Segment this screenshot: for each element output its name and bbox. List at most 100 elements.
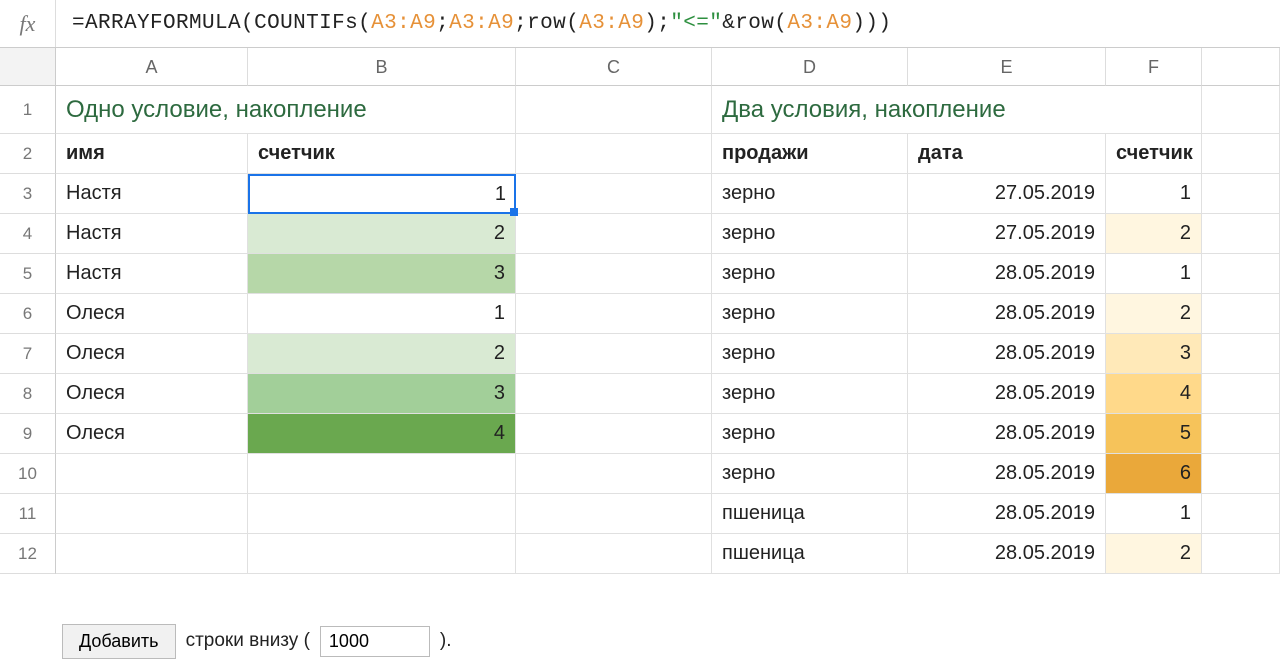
cell-date[interactable]: 28.05.2019 bbox=[908, 374, 1106, 414]
hdr-name[interactable]: имя bbox=[56, 134, 248, 174]
cell-blank[interactable] bbox=[1202, 174, 1280, 214]
cell-sales[interactable]: пшеница bbox=[712, 534, 908, 574]
col-header-D[interactable]: D bbox=[712, 48, 908, 86]
row-header-11[interactable]: 11 bbox=[0, 494, 56, 534]
cell[interactable] bbox=[248, 534, 516, 574]
cell-sales[interactable]: пшеница bbox=[712, 494, 908, 534]
hdr-date[interactable]: дата bbox=[908, 134, 1106, 174]
cell-date[interactable]: 28.05.2019 bbox=[908, 414, 1106, 454]
cell[interactable] bbox=[516, 134, 712, 174]
row-header-9[interactable]: 9 bbox=[0, 414, 56, 454]
cell-date[interactable]: 28.05.2019 bbox=[908, 494, 1106, 534]
cell-counter-left[interactable]: 1 bbox=[248, 174, 516, 214]
cell-sales[interactable]: зерно bbox=[712, 174, 908, 214]
cell-blank[interactable] bbox=[1202, 334, 1280, 374]
cell-sales[interactable]: зерно bbox=[712, 334, 908, 374]
cell-sales[interactable]: зерно bbox=[712, 454, 908, 494]
cell[interactable] bbox=[516, 414, 712, 454]
cell-sales[interactable]: зерно bbox=[712, 374, 908, 414]
cell-blank[interactable] bbox=[1202, 374, 1280, 414]
add-rows-input[interactable] bbox=[320, 626, 430, 657]
cell-date[interactable]: 28.05.2019 bbox=[908, 254, 1106, 294]
hdr-counter-left[interactable]: счетчик bbox=[248, 134, 516, 174]
cell-counter-right[interactable]: 2 bbox=[1106, 214, 1202, 254]
hdr-sales[interactable]: продажи bbox=[712, 134, 908, 174]
cell-name[interactable]: Олеся bbox=[56, 414, 248, 454]
cell-sales[interactable]: зерно bbox=[712, 414, 908, 454]
row-header-12[interactable]: 12 bbox=[0, 534, 56, 574]
row-header-2[interactable]: 2 bbox=[0, 134, 56, 174]
cell-counter-right[interactable]: 6 bbox=[1106, 454, 1202, 494]
row-header-10[interactable]: 10 bbox=[0, 454, 56, 494]
cell-counter-right[interactable]: 5 bbox=[1106, 414, 1202, 454]
cell-blank[interactable] bbox=[1202, 414, 1280, 454]
cell[interactable] bbox=[56, 534, 248, 574]
row-header-6[interactable]: 6 bbox=[0, 294, 56, 334]
cell-date[interactable]: 27.05.2019 bbox=[908, 214, 1106, 254]
hdr-counter-right[interactable]: счетчик bbox=[1106, 134, 1202, 174]
row-header-7[interactable]: 7 bbox=[0, 334, 56, 374]
cell[interactable] bbox=[516, 454, 712, 494]
cell-name[interactable]: Настя bbox=[56, 214, 248, 254]
cell-blank[interactable] bbox=[1202, 294, 1280, 334]
cell-counter-right[interactable]: 1 bbox=[1106, 174, 1202, 214]
cell-blank[interactable] bbox=[1202, 134, 1280, 174]
cell-counter-right[interactable]: 4 bbox=[1106, 374, 1202, 414]
row-header-5[interactable]: 5 bbox=[0, 254, 56, 294]
cell-sales[interactable]: зерно bbox=[712, 214, 908, 254]
cell[interactable] bbox=[516, 374, 712, 414]
row-header-3[interactable]: 3 bbox=[0, 174, 56, 214]
cell-counter-right[interactable]: 1 bbox=[1106, 494, 1202, 534]
spreadsheet-grid[interactable]: ABCDEF1Одно условие, накоплениеДва услов… bbox=[0, 48, 1280, 574]
cell-sales[interactable]: зерно bbox=[712, 294, 908, 334]
cell[interactable] bbox=[56, 494, 248, 534]
cell-blank[interactable] bbox=[1202, 494, 1280, 534]
cell-counter-left[interactable]: 3 bbox=[248, 374, 516, 414]
select-all-corner[interactable] bbox=[0, 48, 56, 86]
cell[interactable] bbox=[516, 214, 712, 254]
cell[interactable] bbox=[516, 334, 712, 374]
col-header-C[interactable]: C bbox=[516, 48, 712, 86]
cell-name[interactable]: Настя bbox=[56, 254, 248, 294]
row-header-1[interactable]: 1 bbox=[0, 86, 56, 134]
cell[interactable] bbox=[516, 494, 712, 534]
cell-counter-left[interactable]: 4 bbox=[248, 414, 516, 454]
cell-blank[interactable] bbox=[1202, 214, 1280, 254]
cell-blank[interactable] bbox=[1202, 86, 1280, 134]
cell[interactable] bbox=[248, 454, 516, 494]
col-header-F[interactable]: F bbox=[1106, 48, 1202, 86]
cell[interactable] bbox=[516, 86, 712, 134]
cell-counter-right[interactable]: 1 bbox=[1106, 254, 1202, 294]
add-rows-button[interactable]: Добавить bbox=[62, 624, 176, 659]
col-header-E[interactable]: E bbox=[908, 48, 1106, 86]
formula-input[interactable]: =ARRAYFORMULA(COUNTIFs(A3:A9;A3:A9;row(A… bbox=[56, 12, 1280, 35]
cell-date[interactable]: 28.05.2019 bbox=[908, 294, 1106, 334]
cell[interactable] bbox=[516, 534, 712, 574]
title-right[interactable]: Два условия, накопление bbox=[712, 86, 1202, 134]
cell-counter-right[interactable]: 3 bbox=[1106, 334, 1202, 374]
row-header-4[interactable]: 4 bbox=[0, 214, 56, 254]
cell[interactable] bbox=[248, 494, 516, 534]
cell-counter-left[interactable]: 2 bbox=[248, 214, 516, 254]
col-header-B[interactable]: B bbox=[248, 48, 516, 86]
cell-counter-left[interactable]: 1 bbox=[248, 294, 516, 334]
title-left[interactable]: Одно условие, накопление bbox=[56, 86, 516, 134]
cell-blank[interactable] bbox=[1202, 254, 1280, 294]
cell-date[interactable]: 28.05.2019 bbox=[908, 334, 1106, 374]
cell-sales[interactable]: зерно bbox=[712, 254, 908, 294]
cell-name[interactable]: Настя bbox=[56, 174, 248, 214]
cell-counter-right[interactable]: 2 bbox=[1106, 294, 1202, 334]
cell[interactable] bbox=[516, 294, 712, 334]
cell-name[interactable]: Олеся bbox=[56, 334, 248, 374]
cell-counter-left[interactable]: 2 bbox=[248, 334, 516, 374]
cell-blank[interactable] bbox=[1202, 454, 1280, 494]
col-header-A[interactable]: A bbox=[56, 48, 248, 86]
row-header-8[interactable]: 8 bbox=[0, 374, 56, 414]
cell-date[interactable]: 27.05.2019 bbox=[908, 174, 1106, 214]
cell-counter-left[interactable]: 3 bbox=[248, 254, 516, 294]
cell-name[interactable]: Олеся bbox=[56, 294, 248, 334]
cell[interactable] bbox=[516, 174, 712, 214]
cell-counter-right[interactable]: 2 bbox=[1106, 534, 1202, 574]
cell-date[interactable]: 28.05.2019 bbox=[908, 534, 1106, 574]
cell-date[interactable]: 28.05.2019 bbox=[908, 454, 1106, 494]
